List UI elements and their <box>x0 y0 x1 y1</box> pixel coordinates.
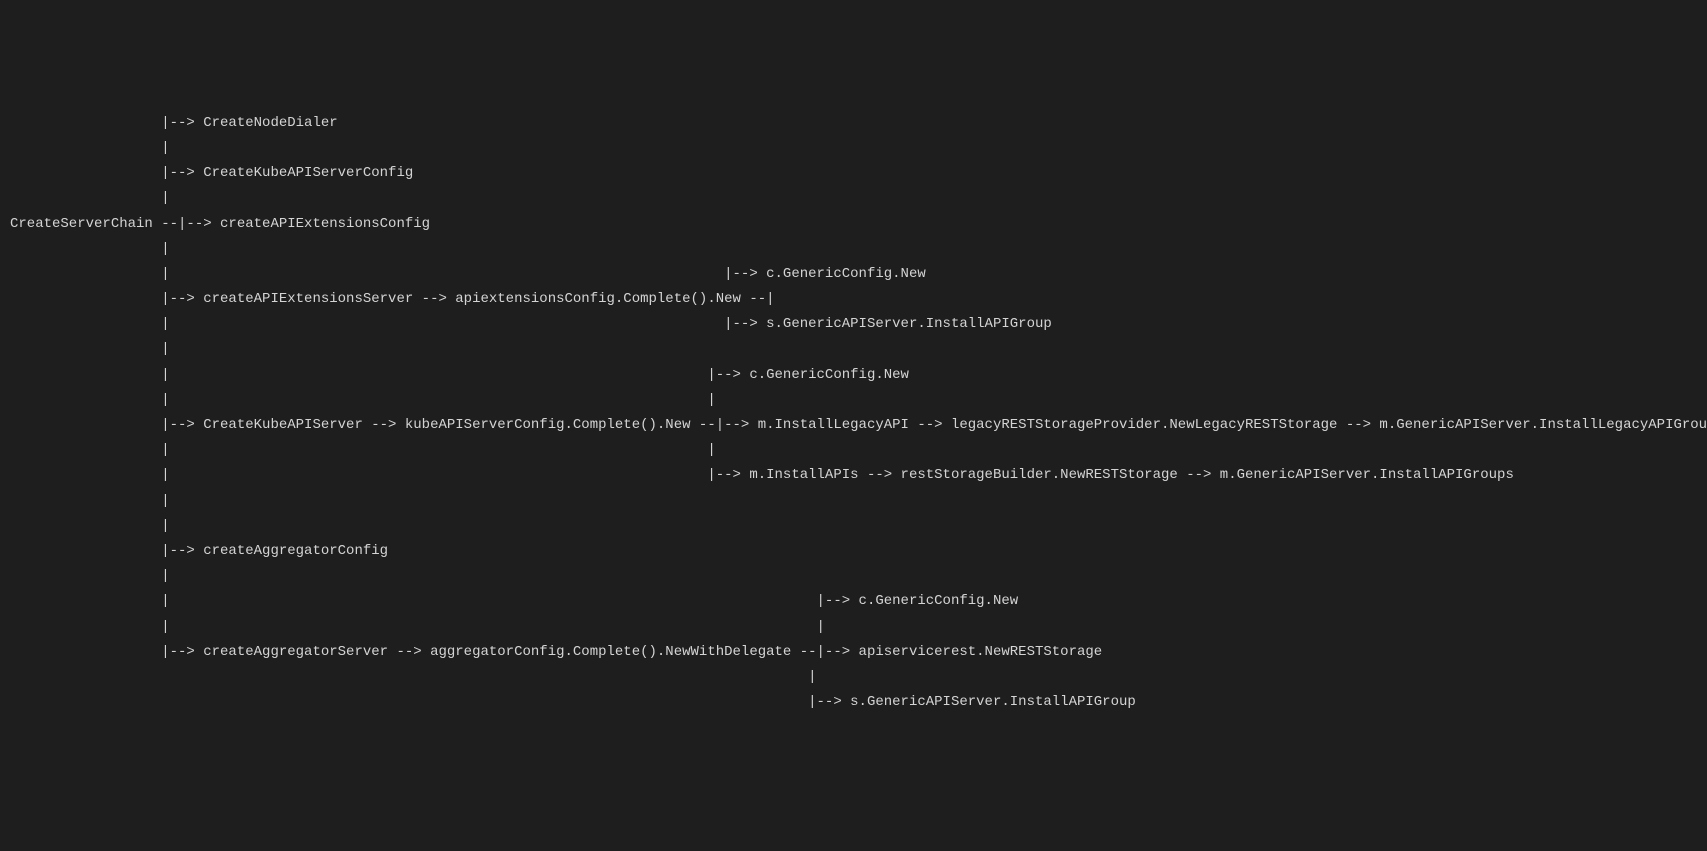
diagram-line: | <box>10 493 170 509</box>
diagram-line: | <box>10 140 170 156</box>
diagram-line: | <box>10 341 170 357</box>
diagram-line: | <box>10 241 170 257</box>
diagram-line: CreateServerChain --|--> createAPIExtens… <box>10 216 430 232</box>
diagram-line: | <box>10 190 170 206</box>
diagram-line: |--> createAPIExtensionsServer --> apiex… <box>10 291 775 307</box>
diagram-line: |--> CreateKubeAPIServer --> kubeAPIServ… <box>10 417 1707 433</box>
diagram-line: | <box>10 669 817 685</box>
diagram-line: |--> CreateKubeAPIServerConfig <box>10 165 413 181</box>
diagram-line: |--> createAggregatorServer --> aggregat… <box>10 644 1102 660</box>
call-tree-diagram: |--> CreateNodeDialer | |--> CreateKubeA… <box>10 111 1697 716</box>
diagram-line: |--> s.GenericAPIServer.InstallAPIGroup <box>10 694 1136 710</box>
diagram-line: | <box>10 568 170 584</box>
diagram-line: | | <box>10 442 716 458</box>
diagram-line: | | <box>10 619 825 635</box>
diagram-line: | |--> c.GenericConfig.New <box>10 593 1018 609</box>
diagram-line: | |--> s.GenericAPIServer.InstallAPIGrou… <box>10 316 1052 332</box>
diagram-line: | |--> c.GenericConfig.New <box>10 367 909 383</box>
diagram-line: | |--> c.GenericConfig.New <box>10 266 926 282</box>
diagram-line: | | <box>10 392 716 408</box>
diagram-line: |--> CreateNodeDialer <box>10 115 338 131</box>
diagram-line: | <box>10 518 170 534</box>
diagram-line: | |--> m.InstallAPIs --> restStorageBuil… <box>10 467 1514 483</box>
diagram-line: |--> createAggregatorConfig <box>10 543 388 559</box>
